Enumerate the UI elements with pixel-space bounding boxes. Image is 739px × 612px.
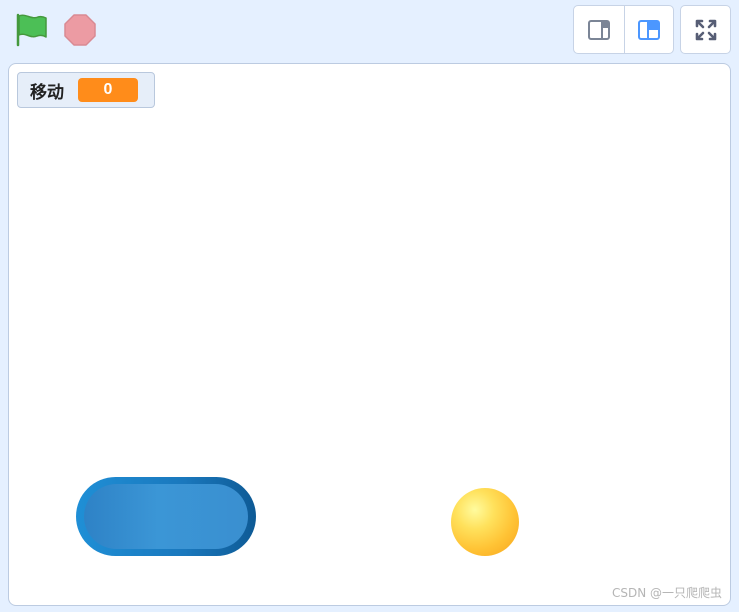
ball-sprite[interactable] <box>451 488 519 556</box>
paddle-sprite[interactable] <box>76 477 256 556</box>
green-flag-icon <box>16 13 47 47</box>
paddle-sprite-body <box>84 484 248 549</box>
fullscreen-icon <box>695 19 716 40</box>
normal-stage-button[interactable] <box>623 6 674 53</box>
stage-canvas[interactable]: 移动 0 CSDN @一只爬爬虫 <box>8 63 731 606</box>
normal-stage-layout-icon <box>637 19 660 40</box>
variable-monitor[interactable]: 移动 0 <box>17 72 155 108</box>
stage-size-toggle <box>573 5 674 54</box>
small-stage-layout-icon <box>587 19 610 40</box>
variable-monitor-label: 移动 <box>30 82 64 103</box>
variable-monitor-value: 0 <box>78 78 138 102</box>
stop-button[interactable] <box>62 12 98 48</box>
green-flag-button[interactable] <box>12 12 50 48</box>
fullscreen-button[interactable] <box>680 5 731 54</box>
small-stage-button[interactable] <box>574 6 624 53</box>
watermark: CSDN @一只爬爬虫 <box>611 586 722 600</box>
stage-header <box>0 0 739 62</box>
stop-sign-icon <box>64 14 96 46</box>
